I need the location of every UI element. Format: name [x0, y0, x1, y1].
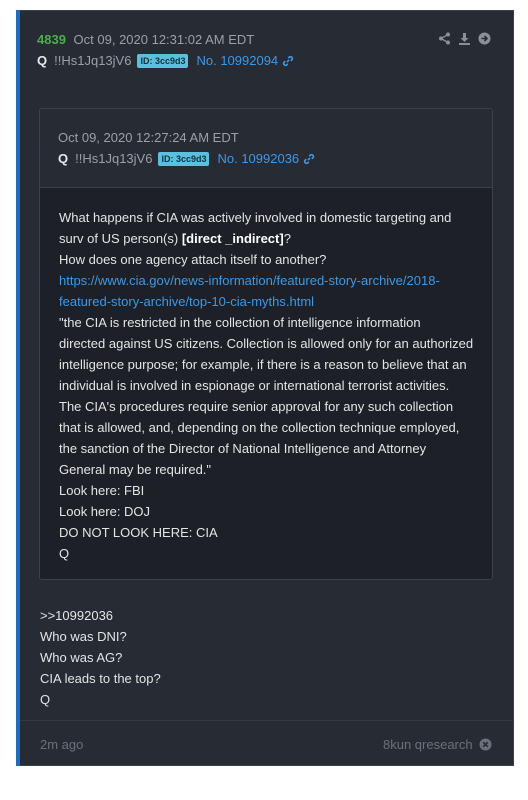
tail-line: Look here: DOJ — [59, 504, 151, 519]
post-number-link[interactable]: No. 10992094 — [196, 53, 294, 68]
quote-line: the sanction of the Director of National… — [59, 441, 427, 456]
quote-line: "the CIA is restricted in the collection… — [59, 315, 421, 330]
link-icon — [304, 153, 315, 164]
post-id-badge[interactable]: ID: 3cc9d3 — [137, 53, 189, 68]
body-line: How does one agency attach itself to ano… — [59, 252, 327, 267]
body-line: What happens if CIA was actively involve… — [59, 210, 452, 225]
cia-article-link-cont[interactable]: featured-story-archive/top-10-cia-myths.… — [59, 291, 479, 312]
post-actions — [438, 32, 491, 45]
quoted-author: Q — [58, 151, 69, 166]
quoted-post-header: Oct 09, 2020 12:27:24 AM EDT Q !!Hs1Jq13… — [40, 109, 492, 188]
download-icon[interactable] — [458, 32, 471, 45]
share-icon[interactable] — [438, 32, 451, 45]
body-line: Who was AG? — [40, 650, 123, 665]
link-icon — [283, 55, 294, 66]
body-text: surv of US person(s) — [59, 231, 182, 246]
body-text: ? — [283, 231, 291, 246]
quote-line: intelligence purpose; for example, if th… — [59, 357, 467, 372]
arrow-circle-right-icon[interactable] — [478, 32, 491, 45]
reply-reference[interactable]: >>10992036 — [40, 605, 161, 626]
post-timestamp: Oct 09, 2020 12:31:02 AM EDT — [73, 32, 255, 47]
post-body: >>10992036 Who was DNI? Who was AG? CIA … — [40, 605, 161, 710]
post-accent-bar — [16, 10, 20, 766]
body-line: Who was DNI? — [40, 629, 127, 644]
quote-line: directed against US citizens. Collection… — [59, 336, 474, 351]
quote-line: individual is involved in espionage or i… — [59, 378, 450, 393]
tail-line: DO NOT LOOK HERE: CIA — [59, 525, 218, 540]
footer-divider — [20, 720, 514, 721]
close-circle-icon[interactable] — [479, 738, 492, 751]
post-source: 8kun qresearch — [383, 737, 492, 752]
body-line: surv of US person(s) [direct _indirect]? — [59, 228, 479, 249]
quoted-post-body: What happens if CIA was actively involve… — [59, 207, 479, 564]
quoted-post: Oct 09, 2020 12:27:24 AM EDT Q !!Hs1Jq13… — [39, 108, 493, 580]
quote-line: The CIA's procedures require senior appr… — [59, 399, 454, 414]
tail-line: Look here: FBI — [59, 483, 145, 498]
quoted-number-link-label: No. 10992036 — [217, 151, 300, 166]
quoted-number-link[interactable]: No. 10992036 — [217, 151, 315, 166]
post-author: Q — [37, 53, 48, 68]
post-header-meta: 4839 Oct 09, 2020 12:31:02 AM EDT — [37, 32, 254, 47]
body-bold-text: [direct _indirect] — [181, 231, 284, 246]
quote-line: General may be required." — [59, 462, 212, 477]
post-age: 2m ago — [40, 737, 84, 752]
body-line: CIA leads to the top? — [40, 671, 161, 686]
quoted-timestamp: Oct 09, 2020 12:27:24 AM EDT — [58, 130, 239, 145]
post-tripcode: !!Hs1Jq13jV6 — [54, 53, 132, 68]
post-author-row: Q !!Hs1Jq13jV6 ID: 3cc9d3 No. 10992094 — [37, 53, 294, 68]
quote-line: that is allowed, and, depending on the c… — [59, 420, 460, 435]
page-background — [0, 593, 16, 800]
quoted-author-row: Q !!Hs1Jq13jV6 ID: 3cc9d3 No. 10992036 — [58, 151, 315, 166]
quoted-id-badge[interactable]: ID: 3cc9d3 — [158, 151, 210, 166]
source-label: 8kun qresearch — [383, 737, 473, 752]
tail-line: Q — [59, 546, 70, 561]
post-number: 4839 — [37, 32, 66, 47]
post-number-link-label: No. 10992094 — [196, 53, 279, 68]
body-line: Q — [40, 692, 51, 707]
cia-article-link[interactable]: https://www.cia.gov/news-information/fea… — [59, 270, 479, 291]
quoted-tripcode: !!Hs1Jq13jV6 — [75, 151, 153, 166]
